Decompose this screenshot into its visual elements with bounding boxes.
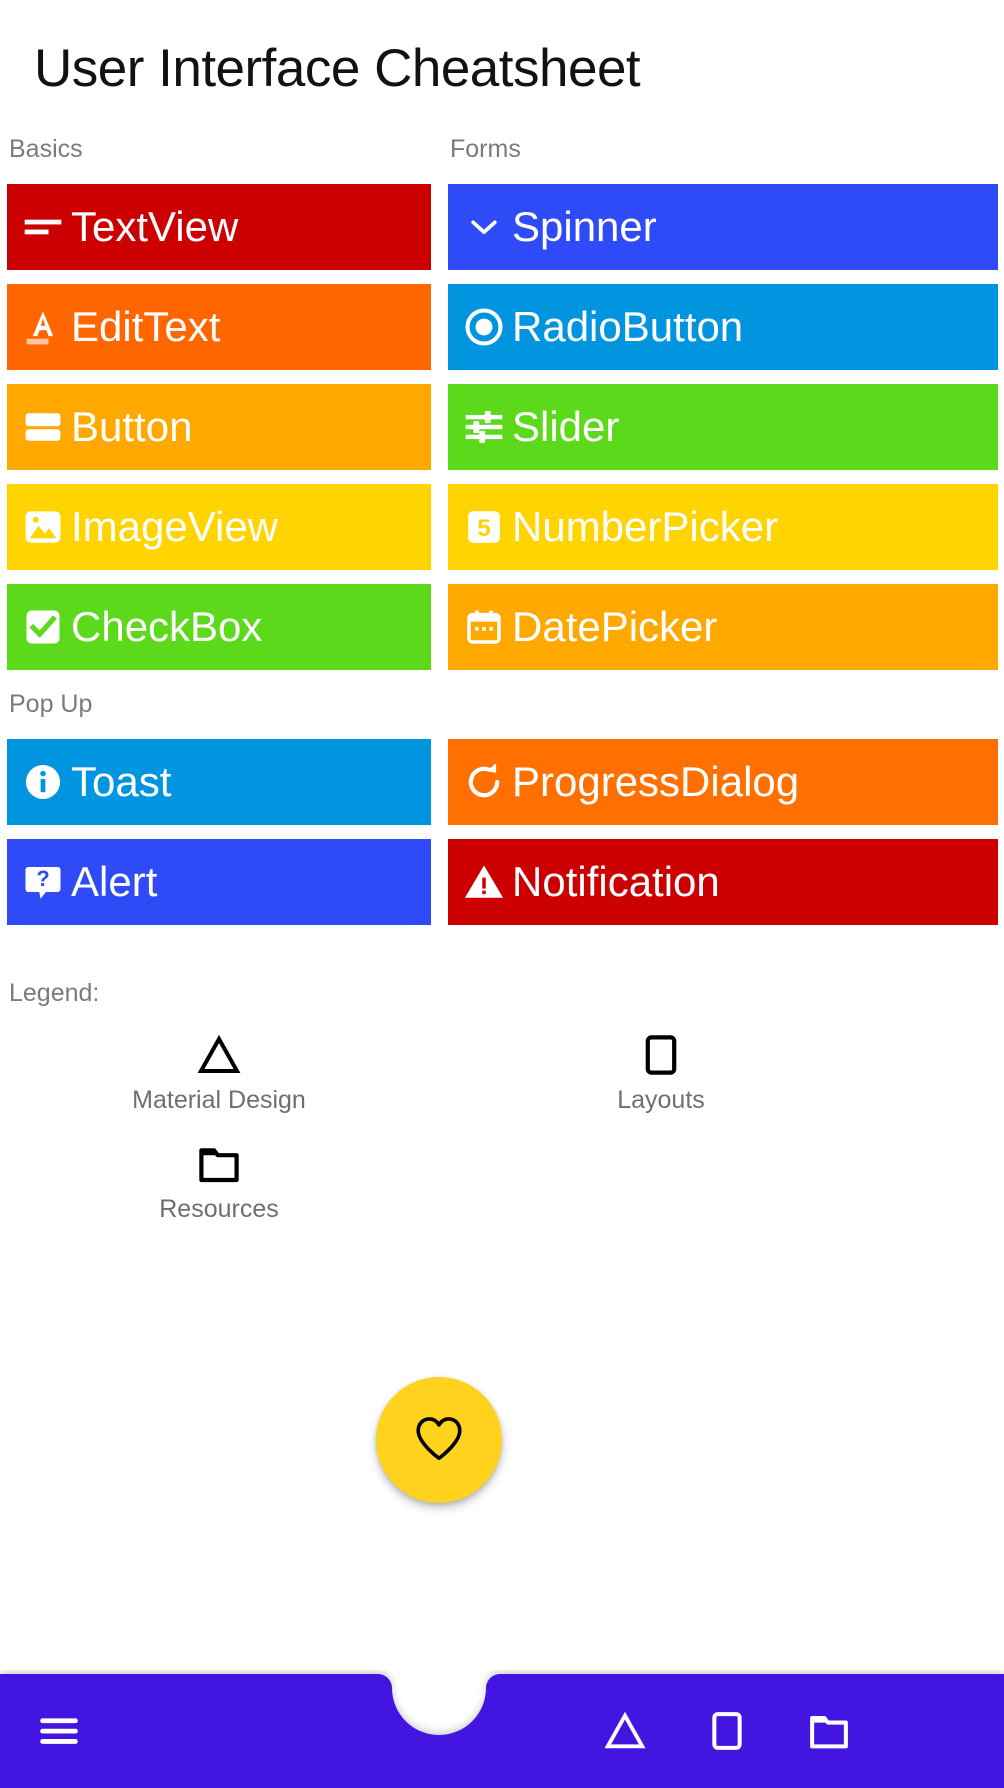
number-five-icon: 5 — [460, 503, 508, 551]
refresh-icon — [460, 758, 508, 806]
chip-label: Notification — [512, 858, 720, 905]
chip-label: Slider — [512, 403, 620, 450]
warning-triangle-icon — [460, 858, 508, 906]
chip-progressdialog[interactable]: ProgressDialog — [448, 739, 998, 825]
app-root: User Interface Cheatsheet Basics Forms P… — [0, 0, 1004, 1788]
bottom-bar-icons — [0, 1670, 1004, 1788]
bottom-app-bar — [0, 1670, 1004, 1788]
section-label-popup: Pop Up — [9, 690, 93, 718]
chip-label: EditText — [71, 303, 221, 350]
chip-textview[interactable]: TextView — [7, 184, 431, 270]
square-icon — [511, 1029, 811, 1077]
svg-text:?: ? — [36, 866, 49, 891]
chip-radiobutton[interactable]: RadioButton — [448, 284, 998, 370]
hamburger-menu-icon[interactable] — [28, 1700, 90, 1762]
page-title: User Interface Cheatsheet — [34, 39, 641, 98]
chip-label: TextView — [71, 203, 239, 250]
chip-label: Alert — [71, 858, 158, 905]
chip-label: DatePicker — [512, 603, 718, 650]
chip-label: CheckBox — [71, 603, 263, 650]
chip-imageview[interactable]: ImageView — [7, 484, 431, 570]
section-label-basics: Basics — [9, 135, 83, 163]
chip-label: Button — [71, 403, 193, 450]
chip-notification[interactable]: Notification — [448, 839, 998, 925]
legend-item-label: Resources — [159, 1195, 279, 1223]
radio-button-icon — [460, 303, 508, 351]
chip-datepicker[interactable]: DatePicker — [448, 584, 998, 670]
chevron-down-icon — [460, 203, 508, 251]
nav-triangle-icon[interactable] — [594, 1700, 656, 1762]
svg-text:5: 5 — [477, 515, 490, 542]
chip-label: RadioButton — [512, 303, 744, 350]
nav-folder-icon[interactable] — [798, 1700, 860, 1762]
legend-item-layouts: Layouts — [511, 1029, 811, 1115]
checkbox-checked-icon — [19, 603, 67, 651]
legend-title: Legend: — [9, 979, 100, 1007]
edit-text-a-icon — [19, 303, 67, 351]
info-circle-icon — [19, 758, 67, 806]
calendar-icon — [460, 603, 508, 651]
chip-checkbox[interactable]: CheckBox — [7, 584, 431, 670]
section-label-forms: Forms — [450, 135, 521, 163]
folder-icon — [69, 1138, 369, 1186]
question-bubble-icon: ? — [19, 858, 67, 906]
chip-label: ImageView — [71, 503, 279, 550]
chip-label: NumberPicker — [512, 503, 779, 550]
chip-toast[interactable]: Toast — [7, 739, 431, 825]
chip-alert[interactable]: ? Alert — [7, 839, 431, 925]
chip-slider[interactable]: Slider — [448, 384, 998, 470]
text-lines-icon — [19, 203, 67, 251]
image-icon — [19, 503, 67, 551]
legend-item-resources: Resources — [69, 1138, 369, 1224]
chip-label: Toast — [71, 758, 172, 805]
chip-button[interactable]: Button — [7, 384, 431, 470]
button-stack-icon — [19, 403, 67, 451]
heart-icon — [410, 1409, 468, 1472]
chip-label: ProgressDialog — [512, 758, 800, 805]
legend-item-material-design: Material Design — [69, 1029, 369, 1115]
nav-square-icon[interactable] — [696, 1700, 758, 1762]
chip-edittext[interactable]: EditText — [7, 284, 431, 370]
triangle-icon — [69, 1029, 369, 1077]
legend-item-label: Material Design — [132, 1086, 306, 1114]
sliders-icon — [460, 403, 508, 451]
fab-favorite-button[interactable] — [376, 1377, 502, 1503]
chip-numberpicker[interactable]: 5 NumberPicker — [448, 484, 998, 570]
chip-label: Spinner — [512, 203, 657, 250]
legend-item-label: Layouts — [617, 1086, 705, 1114]
chip-spinner[interactable]: Spinner — [448, 184, 998, 270]
